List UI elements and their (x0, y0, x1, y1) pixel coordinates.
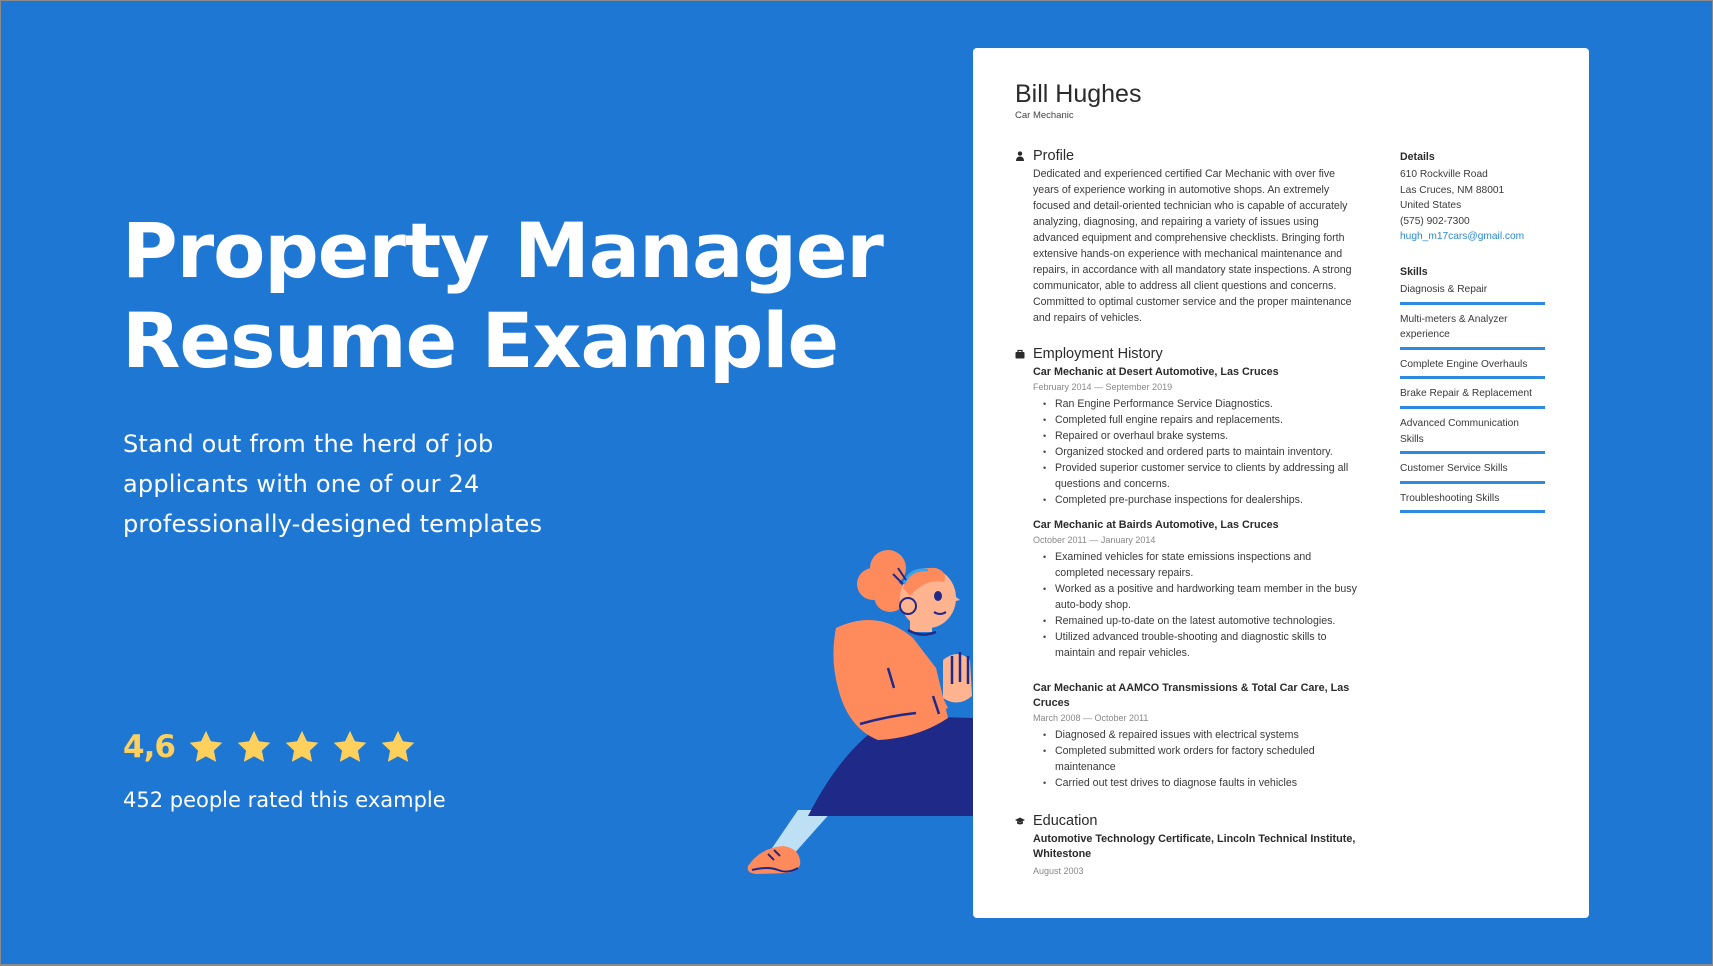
skill-item: Advanced Communication Skills (1400, 416, 1545, 455)
subtitle-line-3: professionally-designed templates (123, 510, 543, 538)
star-icon[interactable] (283, 728, 321, 766)
skill-item: Multi-meters & Analyzer experience (1400, 312, 1545, 350)
job-title: Car Mechanic at Desert Automotive, Las C… (1033, 366, 1279, 378)
skill-item: Customer Service Skills (1400, 461, 1545, 484)
resume-side-column: Details 610 Rockville Road Las Cruces, N… (1400, 150, 1550, 520)
job-bullet: Provided superior customer service to cl… (1043, 460, 1358, 492)
job-bullet: Diagnosed & repaired issues with electri… (1043, 727, 1358, 743)
skill-item: Diagnosis & Repair (1400, 282, 1545, 305)
rating-stars[interactable] (187, 728, 427, 766)
details-heading: Details (1400, 151, 1435, 163)
job-bullet: Completed pre-purchase inspections for d… (1043, 492, 1358, 508)
details-email-link[interactable]: hugh_m17cars@gmail.com (1400, 229, 1550, 245)
job-bullet: Ran Engine Performance Service Diagnosti… (1043, 396, 1358, 412)
profile-text: Dedicated and experienced certified Car … (1033, 168, 1352, 324)
details-phone: (575) 902-7300 (1400, 215, 1470, 227)
title-line-2: Resume Example (122, 296, 839, 385)
resume-name: Bill Hughes (1015, 80, 1142, 108)
subtitle: Stand out from the herd of job applicant… (123, 424, 683, 544)
job-bullet: Examined vehicles for state emissions in… (1043, 549, 1358, 581)
details-country: United States (1400, 200, 1462, 212)
job-bullet: Utilized advanced trouble-shooting and d… (1043, 629, 1358, 661)
education-section: Education Automotive Technology Certific… (1015, 811, 1358, 878)
job-bullet: Completed submitted work orders for fact… (1043, 743, 1358, 775)
briefcase-icon (1015, 349, 1025, 359)
skill-item: Complete Engine Overhauls (1400, 357, 1545, 380)
job-entry: Car Mechanic at AAMCO Transmissions & To… (1033, 681, 1358, 791)
profile-heading: Profile (1033, 148, 1075, 164)
job-bullet: Carried out test drives to diagnose faul… (1043, 775, 1358, 791)
profile-section: Profile Dedicated and experienced certif… (1016, 146, 1358, 326)
person-icon (1016, 151, 1024, 161)
job-bullet: Remained up-to-date on the latest automo… (1043, 613, 1358, 629)
employment-section: Employment History Car Mechanic at Deser… (1015, 344, 1358, 791)
education-heading: Education (1033, 813, 1098, 829)
rating-count: 452 people rated this example (123, 788, 446, 812)
title-line-1: Property Manager (122, 206, 884, 295)
resume-main-column: Profile Dedicated and experienced certif… (1015, 146, 1358, 880)
star-icon[interactable] (331, 728, 369, 766)
subtitle-line-1: Stand out from the herd of job (123, 430, 494, 458)
employment-heading: Employment History (1033, 346, 1163, 362)
star-icon[interactable] (187, 728, 225, 766)
job-bullet: Organized stocked and ordered parts to m… (1043, 444, 1358, 460)
job-entry: Car Mechanic at Bairds Automotive, Las C… (1033, 518, 1358, 661)
skill-item: Troubleshooting Skills (1400, 491, 1545, 514)
graduation-cap-icon (1015, 817, 1025, 825)
job-title: Car Mechanic at Bairds Automotive, Las C… (1033, 519, 1279, 531)
job-dates: February 2014 — September 2019 (1033, 382, 1173, 392)
job-title: Car Mechanic at AAMCO Transmissions & To… (1033, 682, 1350, 709)
rating: 4,6 (123, 728, 427, 766)
skills-heading: Skills (1400, 265, 1428, 278)
job-bullet: Worked as a positive and hardworking tea… (1043, 581, 1358, 613)
details-address-2: Las Cruces, NM 88001 (1400, 184, 1505, 196)
details-address-1: 610 Rockville Road (1400, 169, 1488, 180)
job-dates: March 2008 — October 2011 (1033, 713, 1149, 723)
rating-value: 4,6 (123, 729, 176, 765)
job-dates: October 2011 — January 2014 (1033, 535, 1156, 545)
star-icon[interactable] (379, 728, 417, 766)
education-date: August 2003 (1033, 866, 1084, 876)
skills-list: Diagnosis & Repair Multi-meters & Analyze… (1400, 282, 1550, 514)
woman-pushing-illustration (747, 550, 974, 874)
page-title: Property Manager Resume Example (122, 206, 884, 386)
resume-preview[interactable]: Bill Hughes Car Mechanic Profile Dedicat… (973, 48, 1589, 918)
job-bullet: Completed full engine repairs and replac… (1043, 412, 1358, 428)
education-degree: Automotive Technology Certificate, Linco… (1033, 833, 1356, 860)
job-bullet: Repaired or overhaul brake systems. (1043, 428, 1358, 444)
job-entry: Car Mechanic at Desert Automotive, Las C… (1033, 365, 1358, 508)
resume-role: Car Mechanic (1015, 110, 1074, 121)
star-icon[interactable] (235, 728, 273, 766)
skill-item: Brake Repair & Replacement (1400, 386, 1545, 409)
subtitle-line-2: applicants with one of our 24 (123, 470, 480, 498)
